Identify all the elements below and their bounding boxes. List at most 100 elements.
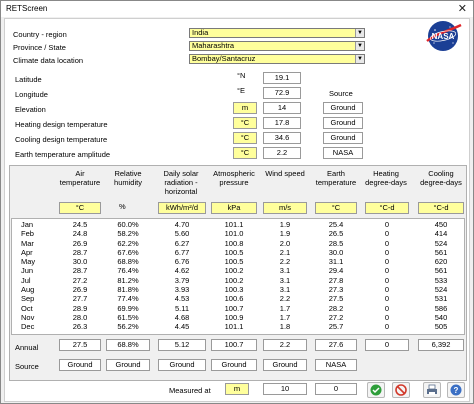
elevation-unit[interactable]: m	[233, 102, 257, 114]
earth-amplitude-field[interactable]: 2.2	[263, 147, 301, 159]
column-cooling-degree-days[interactable]: 450 414 524 561 620 561 533 524 531 586 540 505	[418, 220, 464, 332]
table-cell[interactable]: 27.2	[59, 276, 101, 285]
table-cell[interactable]: 0	[365, 266, 409, 275]
table-cell[interactable]: 1.7	[263, 313, 307, 322]
print-button[interactable]	[423, 382, 441, 398]
column-relative-humidity[interactable]: 60.0% 58.2% 62.2% 67.6% 68.8% 76.4% 81.2% 81.8%…	[106, 220, 150, 332]
table-cell[interactable]: 0	[365, 304, 409, 313]
table-cell[interactable]: 1.9	[263, 229, 307, 238]
table-cell[interactable]: 28.0	[59, 313, 101, 322]
table-cell[interactable]: 76.4%	[106, 266, 150, 275]
table-cell[interactable]: 4.62	[158, 266, 206, 275]
table-cell[interactable]: 1.8	[263, 322, 307, 331]
table-cell[interactable]: 4.45	[158, 322, 206, 331]
table-cell[interactable]: 0	[365, 285, 409, 294]
table-cell[interactable]: 27.3	[315, 285, 357, 294]
table-cell[interactable]: 2.2	[263, 294, 307, 303]
unit-atmospheric-pressure[interactable]: kPa	[211, 202, 257, 214]
table-cell[interactable]: 101.1	[211, 322, 257, 331]
measured-at-unit[interactable]: m	[225, 383, 249, 395]
table-cell[interactable]: 0	[365, 313, 409, 322]
help-button[interactable]: ?	[447, 382, 465, 398]
table-cell[interactable]: 1.7	[263, 304, 307, 313]
table-cell[interactable]: 3.1	[263, 285, 307, 294]
table-cell[interactable]: 27.5	[315, 294, 357, 303]
earth-amplitude-unit[interactable]: °C	[233, 147, 257, 159]
table-cell[interactable]: 100.2	[211, 276, 257, 285]
table-cell[interactable]: 100.5	[211, 257, 257, 266]
table-cell[interactable]: 77.4%	[106, 294, 150, 303]
table-cell[interactable]: 25.7	[315, 322, 357, 331]
table-cell[interactable]: 100.3	[211, 285, 257, 294]
column-wind-speed[interactable]: 1.9 1.9 2.0 2.1 2.2 3.1 3.1 3.1 2.2 1.7 1.7 1.8	[263, 220, 307, 332]
country-select[interactable]: India ▼	[189, 28, 365, 38]
unit-heating-degree-days[interactable]: °C-d	[365, 202, 409, 214]
table-cell[interactable]: 28.9	[59, 304, 101, 313]
table-cell[interactable]: 27.7	[59, 294, 101, 303]
table-cell[interactable]: 100.7	[211, 304, 257, 313]
table-cell[interactable]: 68.8%	[106, 257, 150, 266]
table-cell[interactable]: 0	[365, 229, 409, 238]
cancel-button[interactable]	[392, 382, 410, 398]
chevron-down-icon[interactable]: ▼	[355, 42, 364, 50]
table-cell[interactable]: 26.9	[59, 239, 101, 248]
table-cell[interactable]: 30.0	[315, 248, 357, 257]
table-cell[interactable]: 27.8	[315, 276, 357, 285]
table-cell[interactable]: 6.77	[158, 248, 206, 257]
cooling-design-field[interactable]: 34.6	[263, 132, 301, 144]
table-cell[interactable]: 58.2%	[106, 229, 150, 238]
table-cell[interactable]: 24.5	[59, 220, 101, 229]
ok-button[interactable]	[367, 382, 385, 398]
table-cell[interactable]: 100.8	[211, 239, 257, 248]
table-cell[interactable]: 81.8%	[106, 285, 150, 294]
measured-at-wind[interactable]: 10	[263, 383, 307, 395]
table-cell[interactable]: 0	[365, 276, 409, 285]
table-cell[interactable]: 2.0	[263, 239, 307, 248]
elevation-field[interactable]: 14	[263, 102, 301, 114]
table-cell[interactable]: 0	[365, 248, 409, 257]
table-cell[interactable]: 26.9	[59, 285, 101, 294]
column-atmospheric-pressure[interactable]: 101.1 101.0 100.8 100.5 100.5 100.2 100.2 100.3…	[211, 220, 257, 332]
table-cell[interactable]: 450	[418, 220, 464, 229]
table-cell[interactable]: 29.4	[315, 266, 357, 275]
table-cell[interactable]: 505	[418, 322, 464, 331]
table-cell[interactable]: 31.1	[315, 257, 357, 266]
table-cell[interactable]: 56.2%	[106, 322, 150, 331]
table-cell[interactable]: 0	[365, 294, 409, 303]
measured-at-earth[interactable]: 0	[315, 383, 357, 395]
table-cell[interactable]: 28.7	[59, 248, 101, 257]
table-cell[interactable]: 24.8	[59, 229, 101, 238]
longitude-field[interactable]: 72.9	[263, 87, 301, 99]
table-cell[interactable]: 101.1	[211, 220, 257, 229]
table-cell[interactable]: 2.2	[263, 257, 307, 266]
table-cell[interactable]: 4.53	[158, 294, 206, 303]
table-cell[interactable]: 67.6%	[106, 248, 150, 257]
table-cell[interactable]: 27.2	[315, 313, 357, 322]
table-cell[interactable]: 28.7	[59, 266, 101, 275]
table-cell[interactable]: 2.1	[263, 248, 307, 257]
unit-earth-temperature[interactable]: °C	[315, 202, 357, 214]
table-cell[interactable]: 533	[418, 276, 464, 285]
table-cell[interactable]: 5.60	[158, 229, 206, 238]
table-cell[interactable]: 561	[418, 248, 464, 257]
table-cell[interactable]: 62.2%	[106, 239, 150, 248]
unit-solar-radiation[interactable]: kWh/m²/d	[158, 202, 206, 214]
table-cell[interactable]: 414	[418, 229, 464, 238]
table-cell[interactable]: 25.4	[315, 220, 357, 229]
table-cell[interactable]: 26.3	[59, 322, 101, 331]
table-cell[interactable]: 81.2%	[106, 276, 150, 285]
table-cell[interactable]: 0	[365, 322, 409, 331]
table-cell[interactable]: 6.27	[158, 239, 206, 248]
latitude-field[interactable]: 19.1	[263, 72, 301, 84]
table-cell[interactable]: 69.9%	[106, 304, 150, 313]
unit-air-temperature[interactable]: °C	[59, 202, 101, 214]
close-icon[interactable]: ✕	[458, 2, 467, 15]
table-cell[interactable]: 561	[418, 266, 464, 275]
table-cell[interactable]: 540	[418, 313, 464, 322]
table-cell[interactable]: 60.0%	[106, 220, 150, 229]
column-heating-degree-days[interactable]: 000000000000	[365, 220, 409, 332]
chevron-down-icon[interactable]: ▼	[355, 55, 364, 63]
table-cell[interactable]: 586	[418, 304, 464, 313]
table-cell[interactable]: 30.0	[59, 257, 101, 266]
table-cell[interactable]: 0	[365, 220, 409, 229]
